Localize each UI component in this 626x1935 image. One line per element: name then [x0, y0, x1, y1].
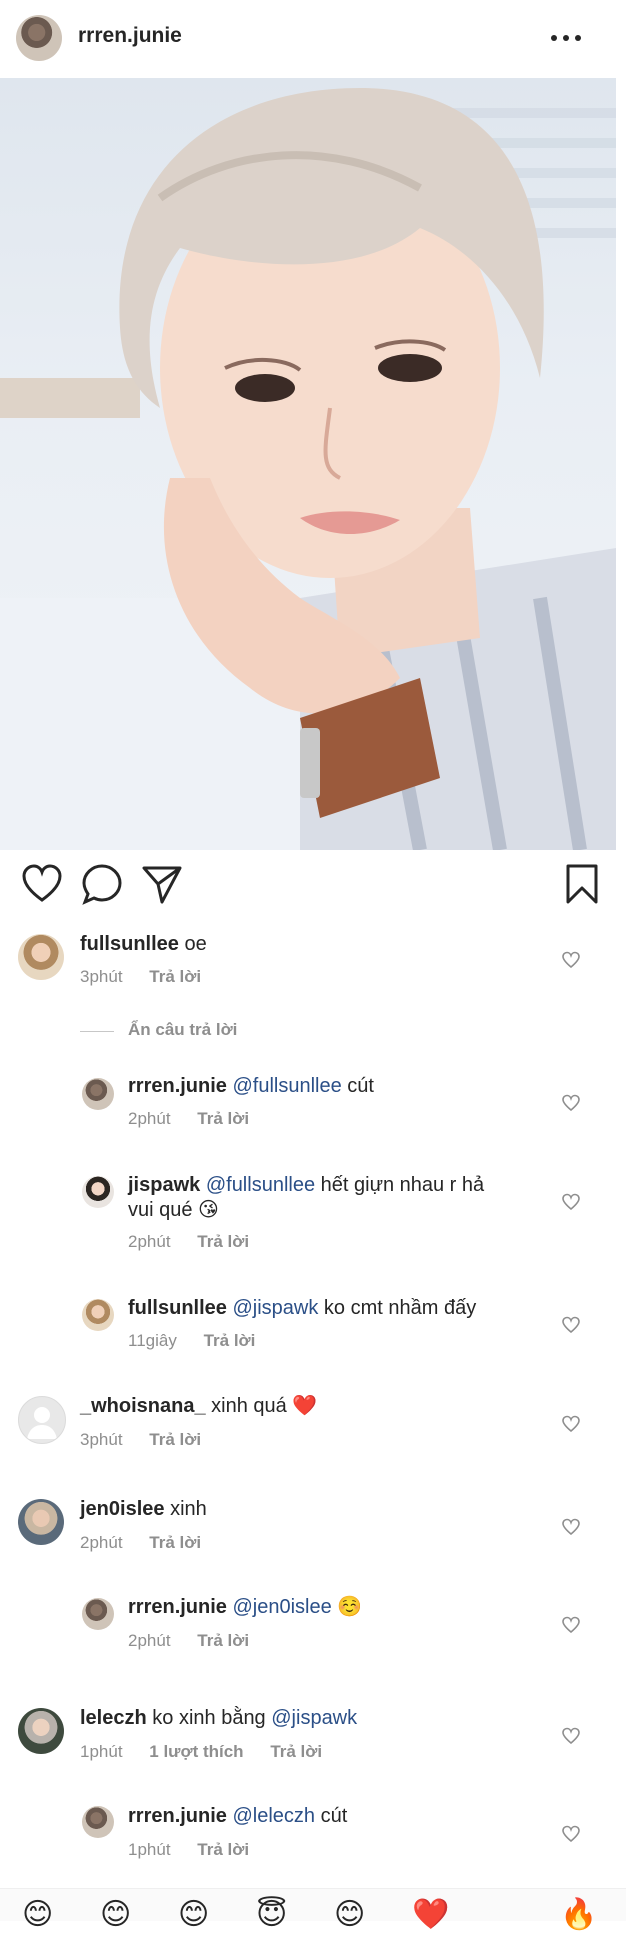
emoji-button[interactable]: ❤️ — [412, 1895, 449, 1935]
comment-time: 2phút — [80, 1533, 123, 1552]
reply-button[interactable]: Trả lời — [149, 1430, 201, 1449]
author-avatar[interactable] — [16, 15, 62, 61]
commenter-avatar[interactable] — [82, 1078, 114, 1110]
reply-button[interactable]: Trả lời — [197, 1840, 249, 1859]
hide-replies-button[interactable]: Ẩn câu trả lời — [128, 1020, 237, 1040]
commenter-avatar[interactable] — [82, 1176, 114, 1208]
comment-text-continued: vui qué 😘 — [128, 1199, 219, 1221]
post-header: rrren.junie — [0, 0, 626, 76]
comment-time: 11giây — [128, 1331, 177, 1350]
reply-button[interactable]: Trả lời — [204, 1331, 256, 1350]
selfie-illustration — [0, 88, 616, 850]
comment-time: 3phút — [80, 1430, 123, 1449]
emoji-reaction-bar: 😊 😊 😊 😇 😊 ❤️ 🔥 — [0, 1888, 626, 1931]
post-photo[interactable] — [0, 78, 616, 850]
reply-button[interactable]: Trả lời — [149, 1533, 201, 1552]
comment-like-icon[interactable] — [561, 1615, 581, 1635]
emoji-button[interactable]: 😇 — [256, 1895, 287, 1935]
reply-button[interactable]: Trả lời — [197, 1631, 249, 1650]
comment-time: 3phút — [80, 967, 123, 986]
comment-text: cút — [320, 1805, 348, 1827]
comment-username[interactable]: rrren.junie — [128, 1075, 227, 1097]
comment-text: ko xinh bằng — [152, 1707, 266, 1729]
replies-divider — [80, 1031, 114, 1032]
commenter-avatar[interactable] — [82, 1598, 114, 1630]
comment-time: 1phút — [80, 1742, 123, 1761]
comment-username[interactable]: fullsunllee — [80, 933, 179, 955]
comment-like-icon[interactable] — [561, 1093, 581, 1113]
comment-username[interactable]: fullsunllee — [128, 1297, 227, 1319]
post-actions — [0, 862, 626, 912]
reply-button[interactable]: Trả lời — [270, 1742, 322, 1761]
author-username[interactable]: rrren.junie — [78, 24, 182, 48]
comment-like-icon[interactable] — [561, 1824, 581, 1844]
commenter-avatar[interactable] — [82, 1806, 114, 1838]
commenter-avatar[interactable] — [82, 1299, 114, 1331]
comment-mention[interactable]: @fullsunllee — [206, 1174, 315, 1196]
comment-time: 2phút — [128, 1232, 171, 1251]
comment-username[interactable]: leleczh — [80, 1707, 147, 1729]
comment-username[interactable]: _whoisnana_ — [80, 1395, 206, 1417]
emoji-button[interactable]: 😊 — [334, 1895, 365, 1935]
like-heart-icon[interactable] — [20, 862, 64, 906]
comment-text: oe — [184, 933, 207, 955]
comment-username[interactable]: jispawk — [128, 1174, 200, 1196]
comment-like-icon[interactable] — [561, 1517, 581, 1537]
comment-text: hết giựn nhau r hả — [320, 1174, 485, 1196]
emoji-button[interactable]: 🔥 — [560, 1895, 597, 1935]
emoji-button[interactable]: 😊 — [22, 1895, 53, 1935]
comment-like-icon[interactable] — [561, 1315, 581, 1335]
comment-username[interactable]: rrren.junie — [128, 1805, 227, 1827]
commenter-avatar[interactable] — [18, 934, 64, 980]
comment-text: xinh quá ❤️ — [211, 1395, 318, 1417]
comment-mention[interactable]: @jispawk — [232, 1297, 318, 1319]
comment-mention[interactable]: @jen0islee — [232, 1596, 331, 1618]
comment-time: 2phút — [128, 1109, 171, 1128]
emoji-button[interactable]: 😊 — [100, 1895, 131, 1935]
comment-mention[interactable]: @leleczh — [232, 1805, 315, 1827]
save-bookmark-icon[interactable] — [560, 862, 604, 906]
commenter-avatar[interactable] — [18, 1499, 64, 1545]
share-send-icon[interactable] — [140, 862, 184, 906]
comment-like-icon[interactable] — [561, 1414, 581, 1434]
comment-icon[interactable] — [80, 862, 124, 906]
commenter-avatar[interactable] — [18, 1708, 64, 1754]
more-options-icon[interactable] — [546, 26, 586, 50]
comment-time: 1phút — [128, 1840, 171, 1859]
default-avatar-icon — [27, 1407, 57, 1439]
comment-time: 2phút — [128, 1631, 171, 1650]
comment-username[interactable]: rrren.junie — [128, 1596, 227, 1618]
reply-button[interactable]: Trả lời — [197, 1109, 249, 1128]
comment-like-icon[interactable] — [561, 1192, 581, 1212]
comment-text: ko cmt nhầm đấy — [323, 1297, 477, 1319]
comment-username[interactable]: jen0islee — [80, 1498, 165, 1520]
comment-like-icon[interactable] — [561, 1726, 581, 1746]
reply-button[interactable]: Trả lời — [197, 1232, 249, 1251]
emoji-button[interactable]: 😊 — [178, 1895, 209, 1935]
commenter-avatar[interactable] — [18, 1396, 66, 1444]
comment-likes-count[interactable]: 1 lượt thích — [149, 1742, 243, 1761]
reply-button[interactable]: Trả lời — [149, 967, 201, 986]
comment-mention[interactable]: @fullsunllee — [232, 1075, 341, 1097]
comment-like-icon[interactable] — [561, 950, 581, 970]
comment-text: ☺️ — [337, 1596, 363, 1618]
comment-text: cút — [347, 1075, 374, 1097]
comment-mention[interactable]: @jispawk — [271, 1707, 357, 1729]
comment-text: xinh — [170, 1498, 207, 1520]
